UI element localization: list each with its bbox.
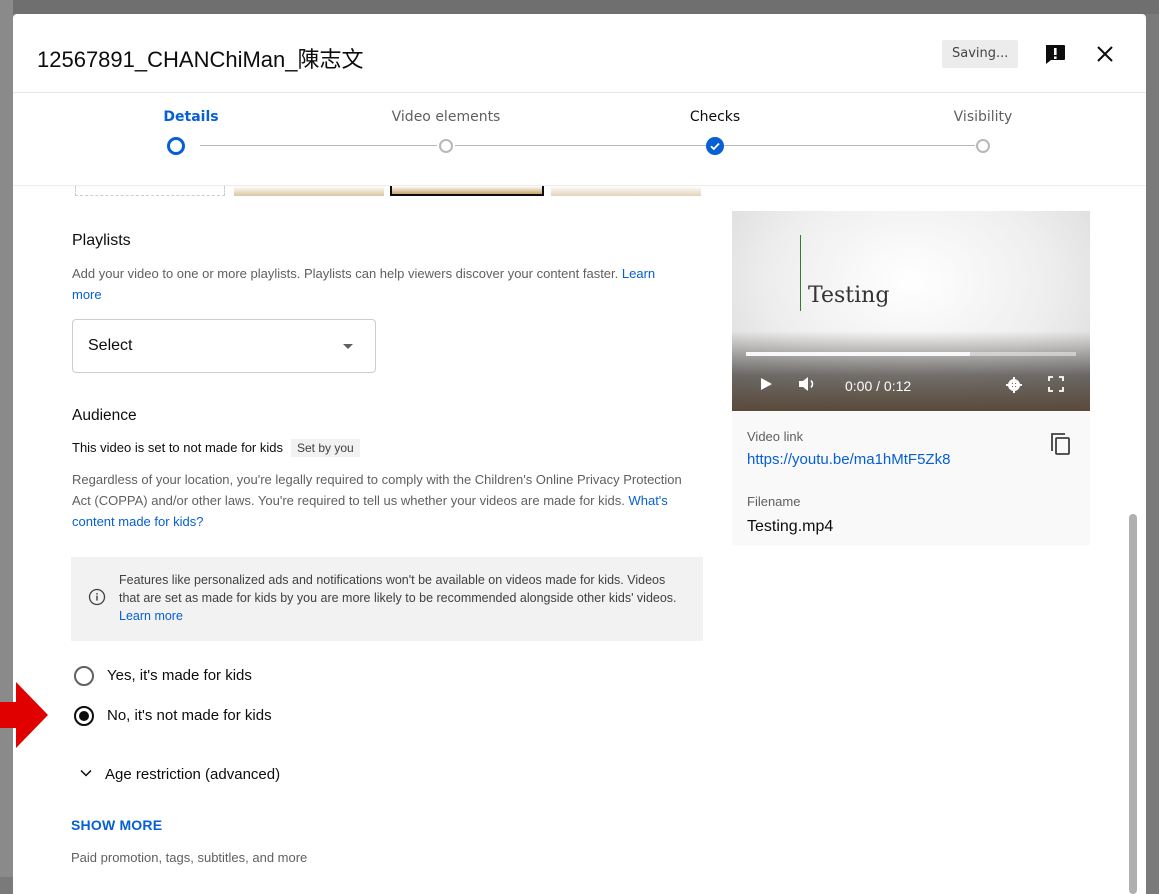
chevron-down-icon	[80, 769, 92, 777]
video-link-label: Video link	[747, 429, 804, 444]
video-player[interactable]: Testing 0:00 / 0:12	[732, 211, 1090, 411]
step-video-elements[interactable]: Video elements	[392, 109, 501, 125]
dialog-header: 12567891_CHANChiMan_陳志文 Saving...	[13, 14, 1146, 93]
video-frame-title: Testing	[808, 283, 890, 308]
radio-made-for-kids-no[interactable]	[74, 706, 94, 726]
stepper-line	[455, 145, 706, 146]
background-window	[0, 0, 1159, 14]
stepper-line	[724, 145, 975, 146]
settings-gear-icon[interactable]	[1005, 376, 1023, 394]
playlists-description-text: Add your video to one or more playlists.…	[72, 266, 619, 281]
playlist-select-label: Select	[88, 337, 133, 354]
audience-heading: Audience	[72, 407, 137, 424]
age-restriction-toggle[interactable]: Age restriction (advanced)	[79, 766, 280, 783]
step-checks-dot[interactable]	[706, 137, 724, 155]
feedback-icon	[1046, 45, 1065, 64]
radio-yes-label[interactable]: Yes, it's made for kids	[107, 667, 252, 684]
scrollbar[interactable]	[1129, 514, 1137, 894]
close-button[interactable]	[1090, 39, 1120, 69]
playlist-select[interactable]: Select	[72, 319, 376, 373]
step-visibility[interactable]: Visibility	[954, 109, 1013, 125]
caret-down-icon	[343, 344, 353, 349]
status-badge: Set by you	[290, 439, 360, 457]
upload-dialog: 12567891_CHANChiMan_陳志文 Saving... Detail…	[13, 14, 1146, 894]
audience-description-text: Regardless of your location, you're lega…	[72, 472, 682, 508]
saving-status: Saving...	[942, 40, 1019, 68]
audience-status: This video is set to not made for kids Se…	[72, 439, 360, 457]
play-icon[interactable]	[758, 376, 774, 392]
video-frame-line	[800, 235, 801, 311]
age-restriction-label: Age restriction (advanced)	[105, 766, 281, 783]
stepper-line	[200, 145, 437, 146]
step-video-elements-dot[interactable]	[439, 139, 453, 153]
thumbnail-upload[interactable]	[75, 186, 225, 196]
progress-fill	[746, 352, 971, 356]
audience-description: Regardless of your location, you're lega…	[72, 469, 697, 532]
filename-value: Testing.mp4	[747, 518, 834, 535]
upload-stepper: Details Video elements Checks Visibility	[13, 93, 1146, 186]
close-icon	[1097, 46, 1113, 62]
playlists-heading: Playlists	[72, 232, 131, 249]
annotation-arrow-icon	[0, 682, 48, 748]
info-box: Features like personalized ads and notif…	[71, 557, 703, 641]
progress-bar[interactable]	[746, 352, 1076, 356]
step-checks[interactable]: Checks	[690, 109, 740, 125]
radio-made-for-kids-yes[interactable]	[74, 666, 94, 686]
playlists-description: Add your video to one or more playlists.…	[72, 263, 682, 305]
thumbnail-option[interactable]	[551, 186, 701, 196]
fullscreen-icon[interactable]	[1048, 376, 1064, 392]
thumbnail-option-selected[interactable]	[390, 186, 544, 196]
info-text-body: Features like personalized ads and notif…	[119, 573, 677, 605]
thumbnail-option[interactable]	[234, 186, 384, 196]
step-details[interactable]: Details	[163, 109, 218, 125]
player-controls-bg	[732, 331, 1090, 411]
check-icon	[710, 142, 720, 151]
info-text: Features like personalized ads and notif…	[119, 571, 689, 625]
volume-icon[interactable]	[798, 376, 820, 392]
info-icon	[88, 588, 106, 606]
show-more-subtitle: Paid promotion, tags, subtitles, and mor…	[71, 850, 308, 865]
audience-status-text: This video is set to not made for kids	[72, 440, 283, 455]
video-link[interactable]: https://youtu.be/ma1hMtF5Zk8	[747, 451, 950, 468]
filename-label: Filename	[747, 494, 801, 509]
step-visibility-dot[interactable]	[976, 139, 990, 153]
info-learn-more-link[interactable]: Learn more	[119, 609, 183, 623]
video-preview-card: Testing 0:00 / 0:12 Video link https://y…	[732, 211, 1090, 545]
radio-no-label[interactable]: No, it's not made for kids	[107, 707, 272, 724]
dialog-title: 12567891_CHANChiMan_陳志文	[37, 47, 364, 72]
feedback-button[interactable]	[1040, 39, 1070, 69]
show-more-button[interactable]: SHOW MORE	[71, 817, 162, 833]
video-time: 0:00 / 0:12	[845, 378, 912, 394]
step-details-dot[interactable]	[167, 137, 185, 155]
copy-icon[interactable]	[1048, 431, 1074, 459]
